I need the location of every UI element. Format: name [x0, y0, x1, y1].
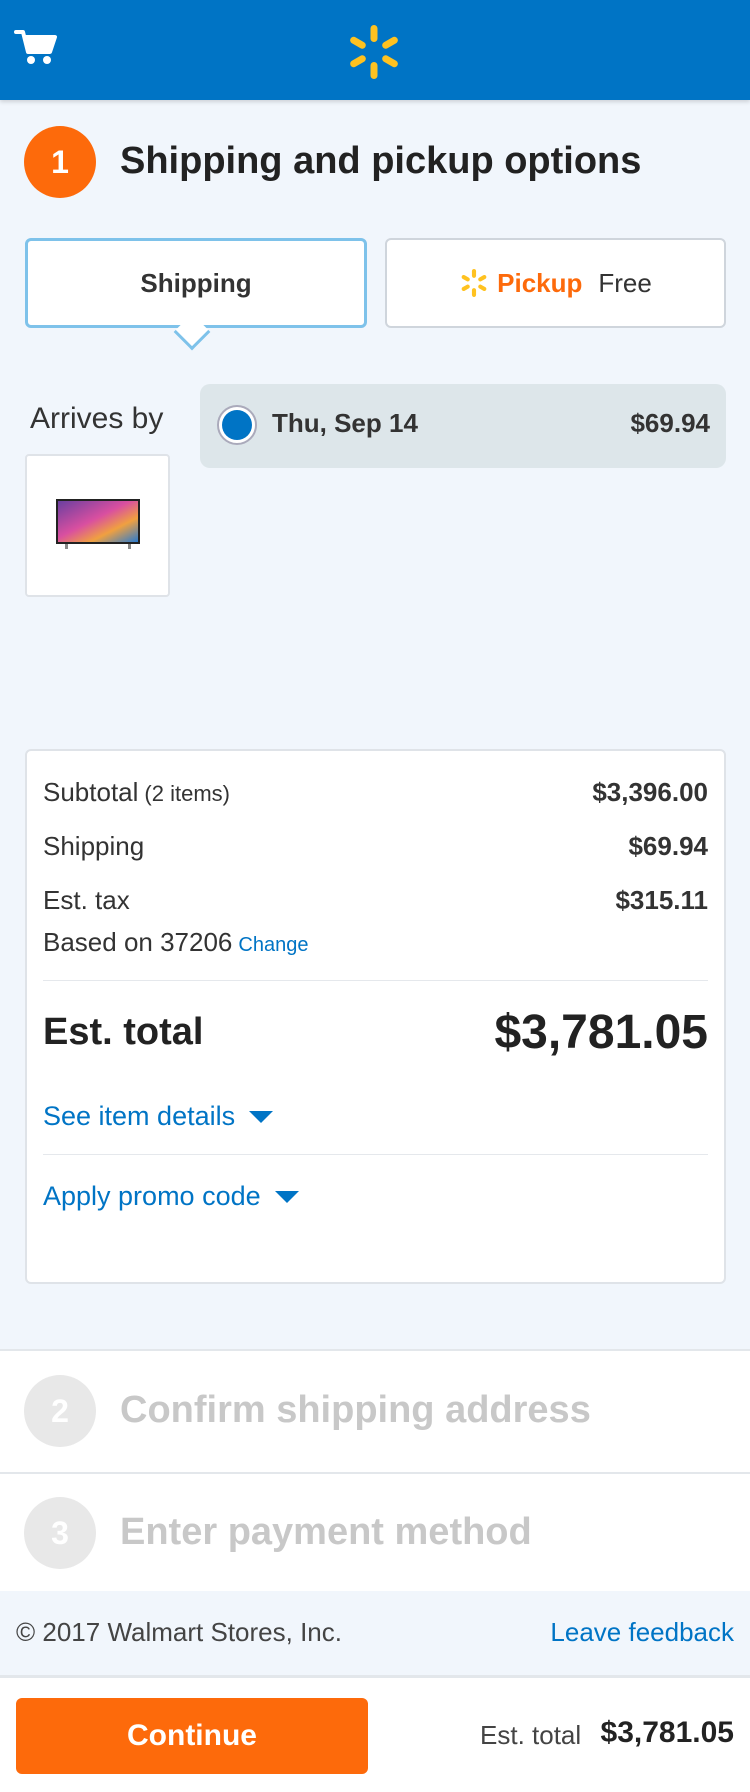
cart-icon[interactable] [14, 26, 58, 70]
est-total-value: $3,781.05 [494, 1006, 708, 1059]
order-summary: Subtotal (2 items) $3,396.00 Shipping $69… [25, 749, 726, 1284]
tax-label: Est. tax [43, 885, 130, 915]
chevron-down-icon [274, 1190, 299, 1203]
continue-button[interactable]: Continue [16, 1698, 368, 1774]
shipping-option-price: $69.94 [630, 408, 710, 438]
est-total-label: Est. total [43, 1011, 204, 1053]
page-footer: © 2017 Walmart Stores, Inc. Leave feedba… [0, 1591, 750, 1677]
step-title: Shipping and pickup options [120, 140, 642, 182]
checkout-bottom-bar: Continue Est. total $3,781.05 [0, 1675, 750, 1792]
step-title: Enter payment method [120, 1511, 532, 1553]
pending-steps: 2 Confirm shipping address 3 Enter payme… [0, 1349, 750, 1591]
subtotal-label: Subtotal [43, 777, 139, 807]
walmart-spark-icon[interactable] [345, 23, 403, 81]
see-item-details-link[interactable]: See item details [43, 1101, 274, 1132]
see-item-details-label: See item details [43, 1101, 236, 1131]
tab-shipping-label: Shipping [140, 267, 252, 298]
apply-promo-code-label: Apply promo code [43, 1181, 261, 1211]
arrives-by-label: Arrives by [30, 402, 164, 435]
shipping-row: Shipping $69.94 [43, 831, 708, 862]
tax-location: Based on 37206 [43, 927, 233, 957]
product-thumbnail[interactable] [25, 454, 170, 597]
step-number-badge: 2 [24, 1375, 96, 1447]
pickup-spark-icon [461, 269, 487, 297]
copyright-text: © 2017 Walmart Stores, Inc. [16, 1617, 342, 1647]
tab-shipping[interactable]: Shipping [25, 238, 367, 328]
subtotal-row: Subtotal (2 items) $3,396.00 [43, 777, 708, 808]
subtotal-value: $3,396.00 [592, 777, 708, 807]
step-divider [0, 1472, 750, 1474]
app-header [0, 0, 750, 100]
step-2-header: 2 Confirm shipping address [24, 1375, 724, 1447]
tab-pickup[interactable]: Pickup Free [385, 238, 726, 328]
apply-promo-code-link[interactable]: Apply promo code [43, 1181, 299, 1212]
shipping-value: $69.94 [628, 831, 708, 861]
leave-feedback-link[interactable]: Leave feedback [550, 1617, 734, 1648]
step-3-header: 3 Enter payment method [24, 1497, 724, 1569]
tax-value: $315.11 [615, 885, 708, 915]
step-title: Confirm shipping address [120, 1389, 591, 1431]
step-number-badge: 3 [24, 1497, 96, 1569]
radio-selected-dot [222, 410, 252, 440]
tax-location-row: Based on 37206 Change [43, 927, 708, 958]
change-zip-link[interactable]: Change [238, 934, 308, 956]
summary-divider [43, 1154, 708, 1155]
bottom-est-total-value: $3,781.05 [600, 1716, 734, 1749]
tv-product-image [56, 499, 140, 549]
shipping-option-card[interactable]: Thu, Sep 14 $69.94 [200, 384, 726, 468]
pickup-price: Free [598, 267, 652, 298]
chevron-down-icon [249, 1110, 274, 1123]
tab-pickup-label: Pickup [497, 267, 583, 298]
tax-row: Est. tax $315.11 [43, 885, 708, 916]
shipping-label: Shipping [43, 831, 145, 861]
step-1-header: 1 Shipping and pickup options [24, 126, 724, 198]
subtotal-items-count: (2 items) [144, 781, 230, 806]
step-number-badge: 1 [24, 126, 96, 198]
shipping-option-date: Thu, Sep 14 [272, 408, 418, 438]
shipping-option-radio[interactable] [217, 405, 257, 445]
summary-divider [43, 980, 708, 981]
bottom-est-total-label: Est. total [480, 1720, 582, 1750]
